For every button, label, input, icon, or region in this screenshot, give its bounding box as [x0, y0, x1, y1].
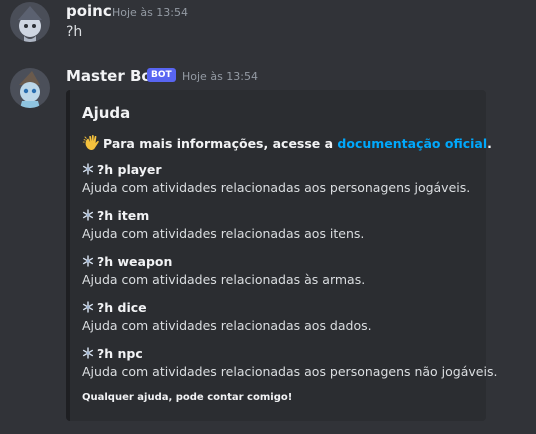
field-value: Ajuda com atividades relacionadas aos pe… [82, 180, 471, 195]
field-npc: ?h npc Ajuda com atividades relacionadas… [82, 346, 497, 379]
field-value: Ajuda com atividades relacionadas aos da… [82, 318, 372, 333]
embed-title: Ajuda [82, 104, 131, 122]
field-name: ?h player [97, 162, 162, 177]
field-value: Ajuda com atividades relacionadas aos it… [82, 226, 365, 241]
docs-link[interactable]: documentação oficial [337, 136, 487, 151]
avatar-master-bot[interactable] [10, 68, 50, 108]
embed-description: Para mais informações, acesse a document… [82, 134, 492, 152]
snowflake-icon [82, 255, 94, 267]
field-dice: ?h dice Ajuda com atividades relacionada… [82, 300, 372, 333]
avatar-poinc[interactable] [10, 2, 50, 42]
field-name: ?h npc [97, 346, 143, 361]
field-item: ?h item Ajuda com atividades relacionada… [82, 208, 364, 241]
field-weapon: ?h weapon Ajuda com atividades relaciona… [82, 254, 365, 287]
snowflake-icon [82, 209, 94, 221]
timestamp: Hoje às 13:54 [112, 6, 188, 19]
snowflake-icon [82, 347, 94, 359]
field-value: Ajuda com atividades relacionadas aos pe… [82, 364, 498, 379]
timestamp: Hoje às 13:54 [182, 70, 258, 83]
field-name: ?h weapon [97, 254, 173, 269]
username[interactable]: poinc [66, 2, 112, 20]
field-value: Ajuda com atividades relacionadas às arm… [82, 272, 366, 287]
field-name: ?h dice [97, 300, 147, 315]
field-player: ?h player Ajuda com atividades relaciona… [82, 162, 470, 195]
wizard-avatar-icon [10, 2, 50, 42]
message-text: ?h [66, 24, 83, 40]
bot-tag: BOT [147, 68, 176, 82]
waving-hand-icon [82, 135, 99, 150]
snowflake-icon [82, 301, 94, 313]
username[interactable]: Master Bot [66, 67, 159, 85]
embed-footer: Qualquer ajuda, pode contar comigo! [82, 392, 293, 403]
field-name: ?h item [97, 208, 150, 223]
description-prefix: Para mais informações, acesse a [103, 136, 338, 151]
description-suffix: . [487, 136, 492, 151]
help-embed: Ajuda Para mais informações, acesse a do… [66, 90, 497, 421]
message-poinc: poinc Hoje às 13:54 ?h [0, 0, 536, 60]
snowflake-icon [82, 163, 94, 175]
bot-wizard-avatar-icon [10, 68, 50, 108]
